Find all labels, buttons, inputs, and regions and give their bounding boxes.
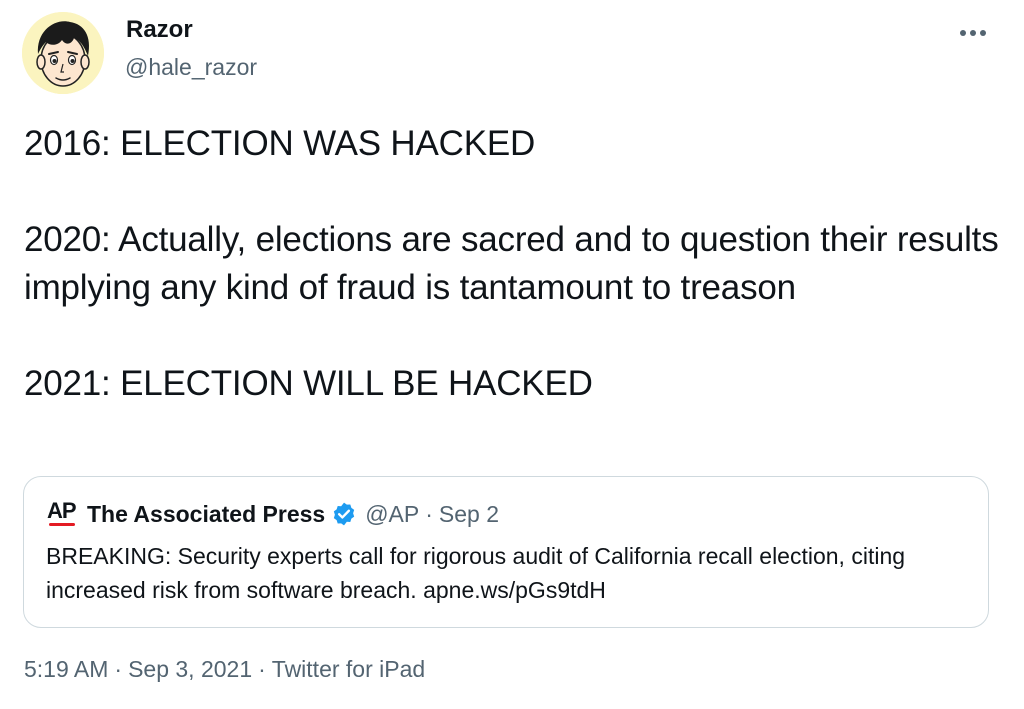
tweet-date[interactable]: Sep 3, 2021 xyxy=(128,656,252,682)
more-horizontal-icon xyxy=(960,30,986,36)
more-options-button[interactable] xyxy=(950,18,996,48)
quoted-tweet-text: BREAKING: Security experts call for rigo… xyxy=(46,543,906,603)
tweet-metadata: 5:19 AM · Sep 3, 2021 · Twitter for iPad xyxy=(24,656,425,683)
author-handle[interactable]: @hale_razor xyxy=(125,54,257,81)
quoted-tweet-header: AP The Associated Press @AP · Sep 2 xyxy=(47,499,499,529)
ap-logo: AP xyxy=(47,499,79,529)
quoted-tweet-card[interactable]: AP The Associated Press @AP · Sep 2 BREA… xyxy=(23,476,989,628)
author-name[interactable]: Razor xyxy=(126,16,193,44)
tweet-source[interactable]: Twitter for iPad xyxy=(272,656,425,682)
tweet-text: 2016: ELECTION WAS HACKED 2020: Actually… xyxy=(24,124,999,403)
quoted-separator: · xyxy=(425,500,433,527)
tweet-time[interactable]: 5:19 AM xyxy=(24,656,108,682)
ap-logo-text: AP xyxy=(47,498,77,523)
tweet: Razor @hale_razor 2016: ELECTION WAS HAC… xyxy=(0,0,1024,709)
verified-badge-icon xyxy=(334,502,355,526)
quoted-author-name[interactable]: The Associated Press xyxy=(87,501,325,528)
quoted-tweet-date[interactable]: Sep 2 xyxy=(439,501,499,528)
quoted-author-handle: @AP xyxy=(365,500,420,527)
meta-separator: · xyxy=(114,656,123,682)
ap-logo-underline xyxy=(49,523,75,526)
meta-separator: · xyxy=(258,656,266,682)
avatar[interactable] xyxy=(22,12,104,94)
avatar-illustration xyxy=(22,12,104,94)
